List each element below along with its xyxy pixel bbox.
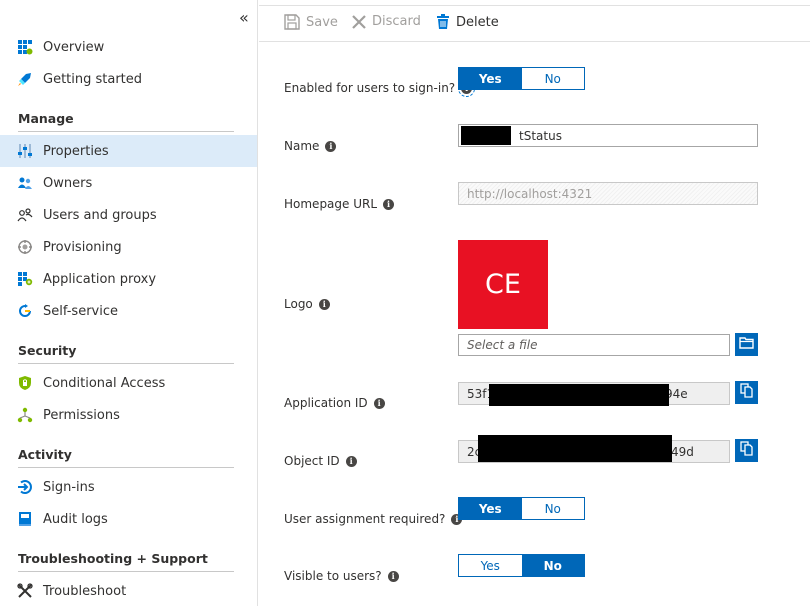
user-assignment-label: User assignment required? i bbox=[284, 512, 463, 526]
sidebar-item-label: Owners bbox=[43, 175, 93, 191]
sidebar-item-audit-logs[interactable]: Audit logs bbox=[0, 503, 257, 535]
enabled-yes-option[interactable]: Yes bbox=[459, 68, 522, 89]
self-service-icon bbox=[16, 302, 34, 320]
sidebar-item-provisioning[interactable]: Provisioning bbox=[0, 231, 257, 263]
sidebar-nav: « Overview Getting started Manage Proper… bbox=[0, 0, 258, 606]
sidebar-item-permissions[interactable]: Permissions bbox=[0, 399, 257, 431]
sidebar-item-label: Troubleshoot bbox=[43, 583, 127, 599]
copy-icon bbox=[740, 441, 753, 460]
info-icon[interactable]: i bbox=[383, 198, 395, 210]
info-icon[interactable]: i bbox=[373, 397, 385, 409]
save-button[interactable]: Save bbox=[284, 14, 338, 30]
save-button-label: Save bbox=[306, 14, 338, 30]
sidebar-item-label: Self-service bbox=[43, 303, 118, 319]
logo-label: Logo i bbox=[284, 297, 330, 311]
sidebar-item-label: Audit logs bbox=[43, 511, 108, 527]
overview-grid-icon bbox=[16, 38, 34, 56]
sidebar-item-properties[interactable]: Properties bbox=[0, 135, 257, 167]
rocket-icon bbox=[16, 70, 34, 88]
section-header-activity: Activity bbox=[18, 448, 234, 468]
delete-button-label: Delete bbox=[456, 14, 499, 30]
sidebar-item-label: Conditional Access bbox=[43, 375, 166, 391]
logo-file-input[interactable]: Select a file bbox=[458, 334, 730, 356]
sidebar-item-self-service[interactable]: Self-service bbox=[0, 295, 257, 327]
sidebar-item-conditional-access[interactable]: Conditional Access bbox=[0, 367, 257, 399]
delete-button[interactable]: Delete bbox=[436, 14, 499, 30]
sidebar-item-label: Permissions bbox=[43, 407, 120, 423]
provisioning-icon bbox=[16, 238, 34, 256]
users-groups-icon bbox=[16, 206, 34, 224]
sidebar-item-label: Sign-ins bbox=[43, 479, 95, 495]
redaction-block bbox=[478, 435, 672, 462]
assignment-yes-option[interactable]: Yes bbox=[459, 498, 522, 519]
sidebar-item-label: Users and groups bbox=[43, 207, 157, 223]
app-logo: CE bbox=[458, 240, 548, 329]
sidebar-item-application-proxy[interactable]: Application proxy bbox=[0, 263, 257, 295]
application-id-label: Application ID i bbox=[284, 396, 385, 410]
sidebar-item-owners[interactable]: Owners bbox=[0, 167, 257, 199]
info-icon[interactable]: i bbox=[387, 570, 399, 582]
browse-file-button[interactable] bbox=[735, 333, 758, 356]
folder-icon bbox=[739, 336, 754, 353]
collapse-sidebar-button[interactable]: « bbox=[239, 10, 249, 26]
command-bar: Save Discard Delete bbox=[259, 5, 810, 42]
redaction-block bbox=[489, 384, 669, 406]
homepage-url-label: Homepage URL i bbox=[284, 197, 395, 211]
visible-to-users-toggle[interactable]: Yes No bbox=[458, 554, 585, 577]
application-proxy-icon bbox=[16, 270, 34, 288]
floppy-disk-icon bbox=[284, 14, 300, 30]
properties-sliders-icon bbox=[16, 142, 34, 160]
sidebar-item-label: Overview bbox=[43, 39, 105, 55]
permissions-tree-icon bbox=[16, 406, 34, 424]
sidebar-item-users-and-groups[interactable]: Users and groups bbox=[0, 199, 257, 231]
close-x-icon bbox=[352, 14, 366, 29]
wrench-icon bbox=[16, 582, 34, 600]
redaction-block bbox=[461, 126, 511, 145]
sidebar-item-label: Getting started bbox=[43, 71, 143, 87]
discard-button-label: Discard bbox=[372, 14, 421, 29]
sidebar-item-label: Provisioning bbox=[43, 239, 122, 255]
sidebar-item-getting-started[interactable]: Getting started bbox=[0, 63, 257, 95]
info-icon[interactable]: i bbox=[345, 455, 357, 467]
object-id-label: Object ID i bbox=[284, 454, 357, 468]
info-icon[interactable]: i bbox=[325, 140, 337, 152]
homepage-url-field[interactable]: http://localhost:4321 bbox=[458, 182, 758, 205]
visible-to-users-label: Visible to users? i bbox=[284, 569, 399, 583]
discard-button[interactable]: Discard bbox=[352, 14, 421, 29]
trash-icon bbox=[436, 14, 450, 30]
copy-application-id-button[interactable] bbox=[735, 381, 758, 404]
section-header-troubleshooting: Troubleshooting + Support bbox=[18, 552, 234, 572]
copy-icon bbox=[740, 383, 753, 402]
enabled-no-option[interactable]: No bbox=[521, 68, 584, 89]
owners-people-icon bbox=[16, 174, 34, 192]
sidebar-item-sign-ins[interactable]: Sign-ins bbox=[0, 471, 257, 503]
info-icon[interactable]: i bbox=[318, 298, 330, 310]
name-label: Name i bbox=[284, 139, 337, 153]
visible-no-option[interactable]: No bbox=[521, 555, 584, 576]
sidebar-item-overview[interactable]: Overview bbox=[0, 31, 257, 63]
enabled-sign-in-label: Enabled for users to sign-in? i bbox=[284, 79, 476, 97]
assignment-no-option[interactable]: No bbox=[521, 498, 584, 519]
visible-yes-option[interactable]: Yes bbox=[459, 555, 522, 576]
audit-log-book-icon bbox=[16, 510, 34, 528]
sidebar-item-label: Application proxy bbox=[43, 271, 157, 287]
section-header-manage: Manage bbox=[18, 112, 234, 132]
copy-object-id-button[interactable] bbox=[735, 439, 758, 462]
shield-icon bbox=[16, 374, 34, 392]
user-assignment-toggle[interactable]: Yes No bbox=[458, 497, 585, 520]
sign-in-arrow-icon bbox=[16, 478, 34, 496]
section-header-security: Security bbox=[18, 344, 234, 364]
sidebar-item-troubleshoot[interactable]: Troubleshoot bbox=[0, 575, 257, 606]
enabled-sign-in-toggle[interactable]: Yes No bbox=[458, 67, 585, 90]
sidebar-item-label: Properties bbox=[43, 143, 109, 159]
